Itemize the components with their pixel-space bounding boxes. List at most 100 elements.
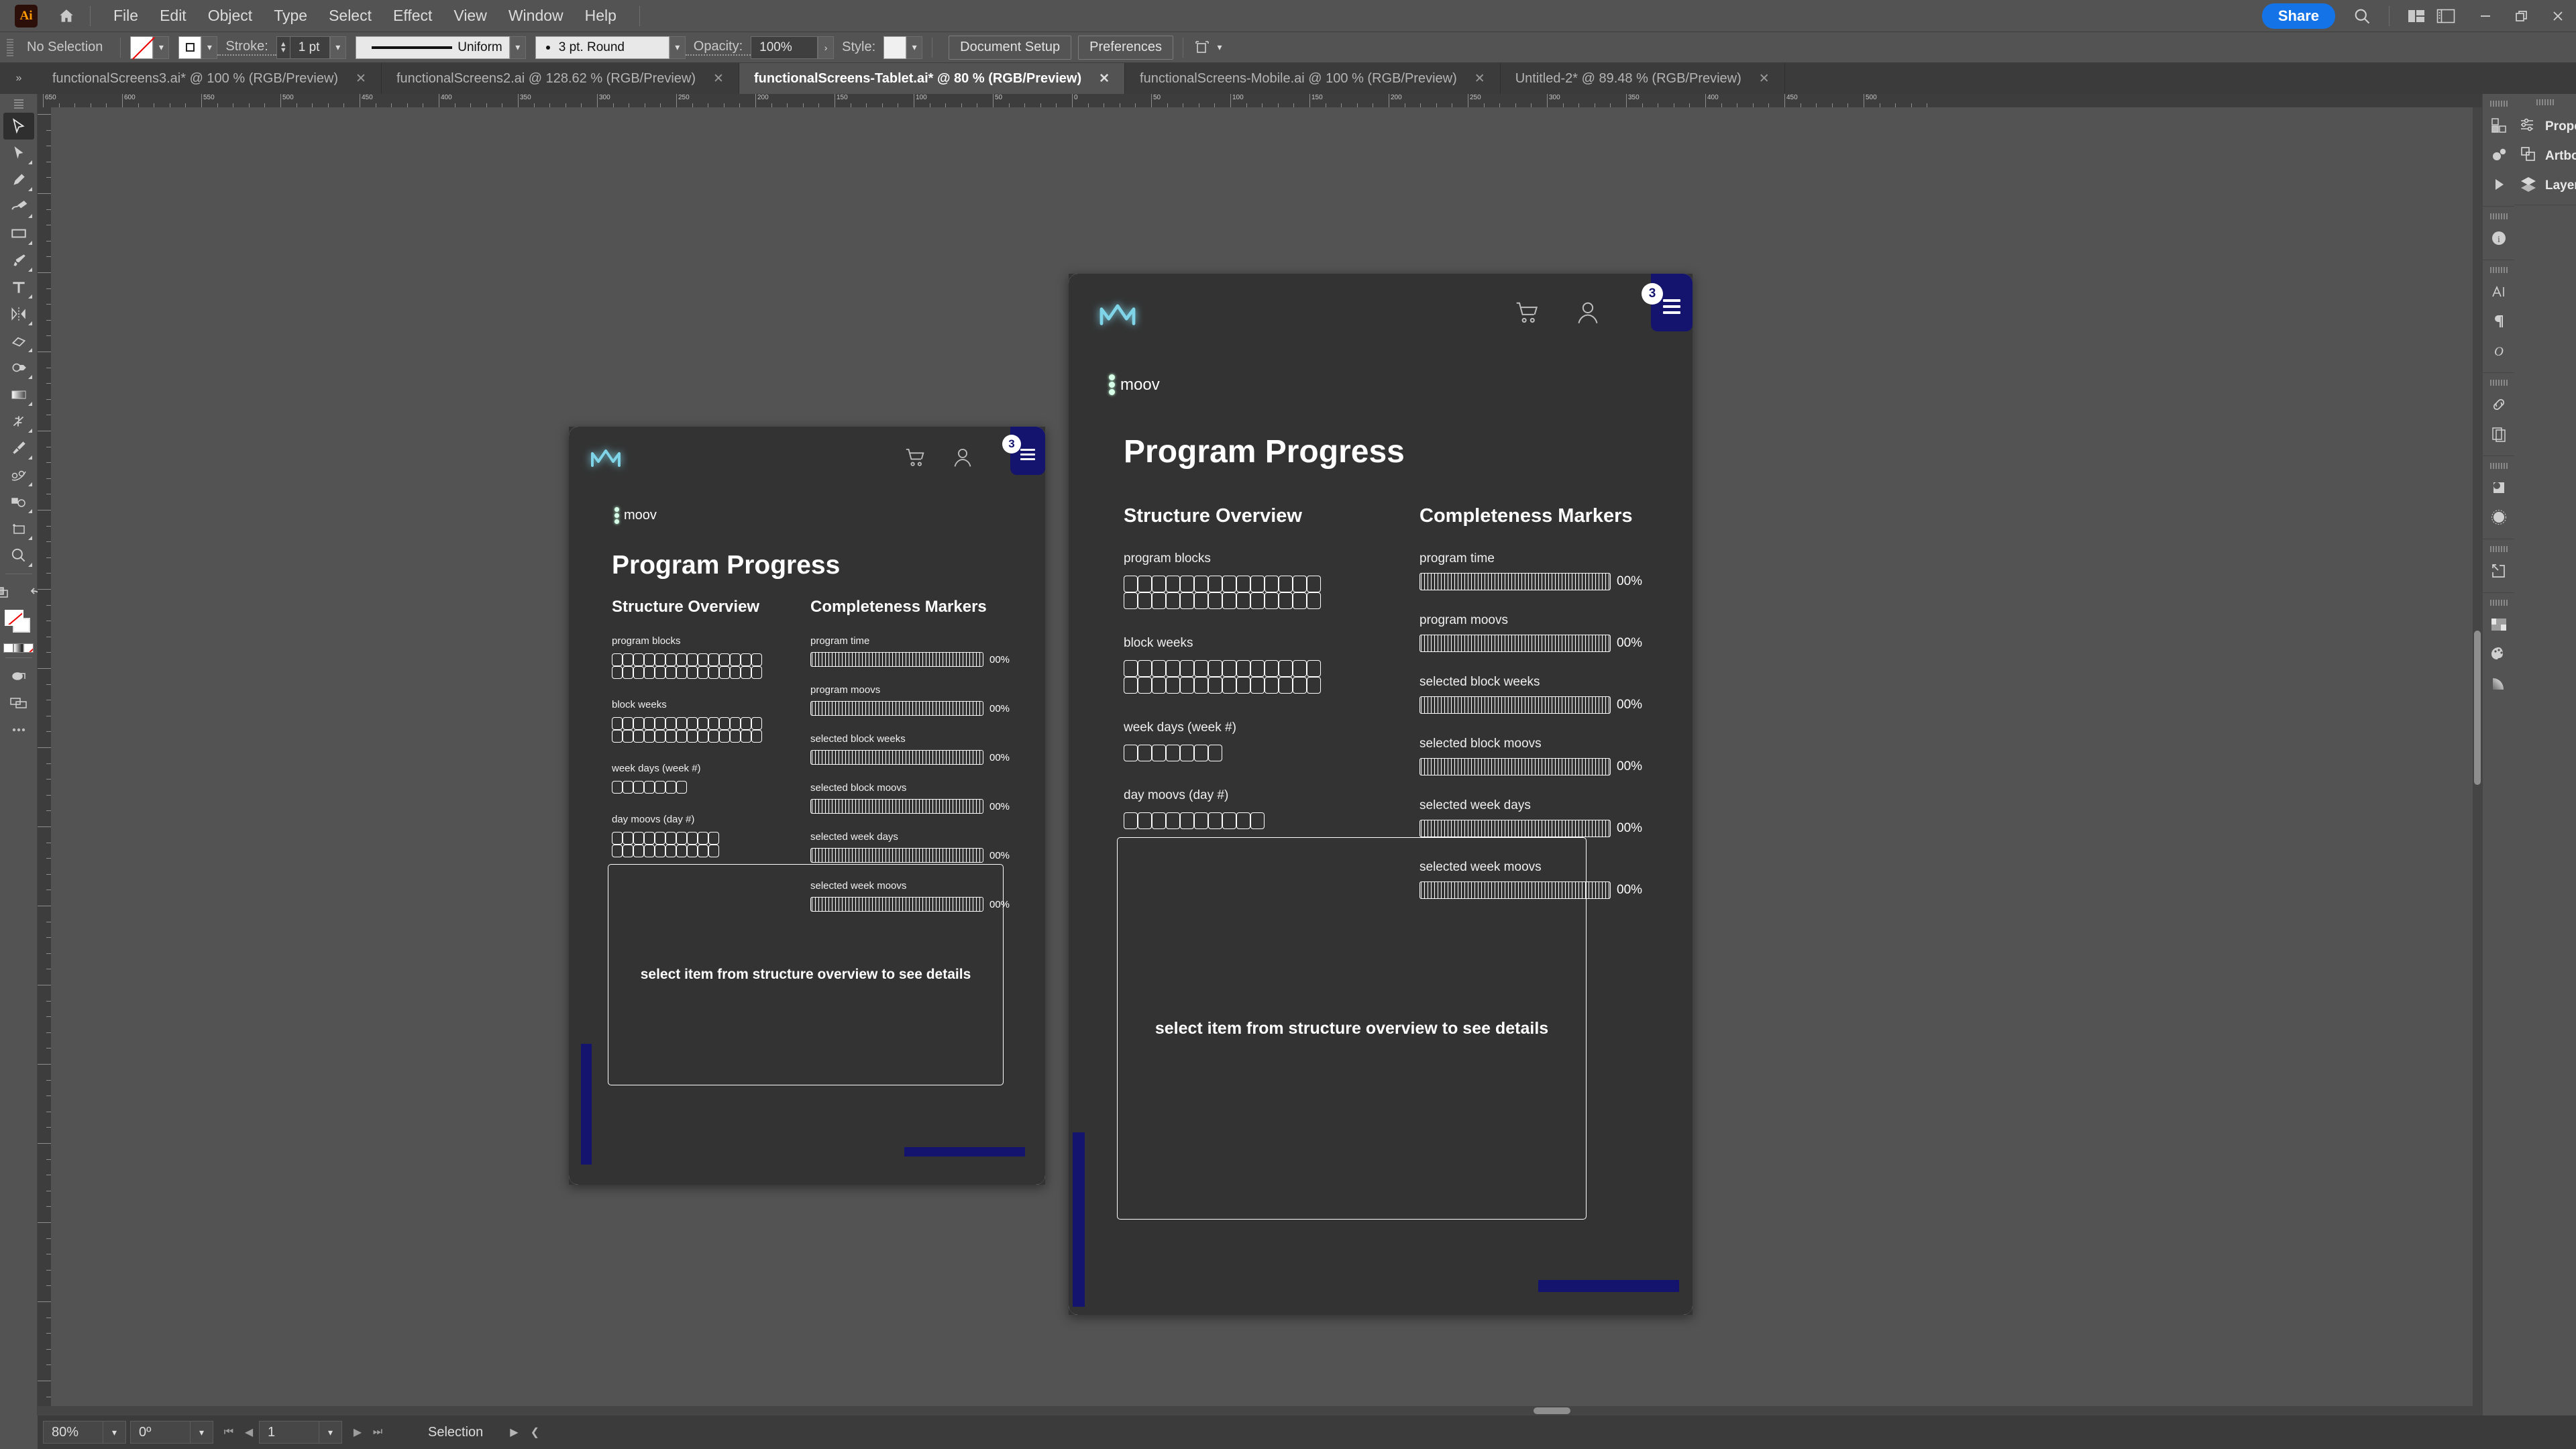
stroke-profile-field[interactable]: Uniform <box>355 36 510 59</box>
structure-cell[interactable] <box>644 730 655 743</box>
structure-cell[interactable] <box>1166 592 1180 609</box>
structure-cell[interactable] <box>633 845 644 857</box>
structure-cell[interactable] <box>1124 576 1138 592</box>
structure-cell[interactable] <box>708 653 719 666</box>
structure-cell[interactable] <box>623 845 633 857</box>
structure-cell[interactable] <box>655 717 665 730</box>
hamburger-menu-button[interactable]: 3 <box>1642 274 1693 331</box>
structure-cell[interactable] <box>687 717 698 730</box>
structure-cell[interactable] <box>1236 576 1250 592</box>
progress-bar[interactable] <box>810 848 983 863</box>
structure-cell[interactable] <box>655 781 665 794</box>
drawing-modes-icon[interactable] <box>3 663 34 690</box>
structure-cell[interactable] <box>676 845 687 857</box>
structure-cell[interactable] <box>730 730 741 743</box>
structure-cell[interactable] <box>1265 677 1279 694</box>
transparency-icon[interactable] <box>2484 502 2514 532</box>
structure-cell[interactable] <box>1138 745 1152 761</box>
structure-cell[interactable] <box>1265 576 1279 592</box>
first-artboard-icon[interactable]: ⏮ <box>219 1421 239 1444</box>
progress-bar[interactable] <box>1419 573 1611 590</box>
menu-item-effect[interactable]: Effect <box>382 4 443 28</box>
tool-artboard[interactable] <box>3 515 34 542</box>
structure-cell[interactable] <box>1265 660 1279 677</box>
structure-cell[interactable] <box>1166 576 1180 592</box>
structure-cell[interactable] <box>665 653 676 666</box>
opacity-control[interactable]: 100% › <box>751 36 835 59</box>
export-icon[interactable] <box>2484 556 2514 586</box>
color-mode-row[interactable] <box>3 643 34 653</box>
structure-cell[interactable] <box>1250 576 1265 592</box>
menu-item-object[interactable]: Object <box>197 4 263 28</box>
structure-cell[interactable] <box>1222 677 1236 694</box>
structure-cell[interactable] <box>698 730 708 743</box>
structure-cell[interactable] <box>1279 576 1293 592</box>
vertical-ruler[interactable] <box>38 107 51 1415</box>
menu-item-help[interactable]: Help <box>574 4 627 28</box>
structure-cell[interactable] <box>730 666 741 679</box>
structure-cell[interactable] <box>719 730 730 743</box>
vertical-scroll-thumb[interactable] <box>2474 631 2481 785</box>
mobile-artboard[interactable]: 3 moov Program Progress Structure Overvi… <box>569 427 1045 1185</box>
document-tab-2[interactable]: functionalScreens-Tablet.ai* @ 80 % (RGB… <box>739 63 1126 94</box>
structure-cell[interactable] <box>1166 745 1180 761</box>
structure-cell[interactable] <box>1222 576 1236 592</box>
structure-cell[interactable] <box>623 653 633 666</box>
tool-zoom[interactable] <box>3 542 34 569</box>
structure-cell[interactable] <box>633 717 644 730</box>
structure-cell[interactable] <box>698 832 708 845</box>
structure-cell[interactable] <box>623 730 633 743</box>
structure-cell[interactable] <box>633 832 644 845</box>
structure-cell[interactable] <box>633 666 644 679</box>
structure-cell[interactable] <box>1293 576 1307 592</box>
structure-cell[interactable] <box>1138 592 1152 609</box>
structure-cell[interactable] <box>1222 592 1236 609</box>
structure-cell[interactable] <box>708 717 719 730</box>
status-resize-icon[interactable]: ❮ <box>531 1426 539 1439</box>
structure-cell[interactable] <box>676 666 687 679</box>
rotation-value[interactable]: 0º <box>130 1421 191 1444</box>
close-button[interactable] <box>2540 0 2576 32</box>
tool-selection[interactable] <box>3 113 34 140</box>
canvas-horizontal-scrollbar[interactable] <box>38 1406 2473 1415</box>
screen-mode-icon[interactable] <box>0 579 17 606</box>
structure-cell[interactable] <box>1166 677 1180 694</box>
close-tab-icon[interactable]: ✕ <box>1099 71 1110 87</box>
structure-cell[interactable] <box>644 717 655 730</box>
structure-cell[interactable] <box>665 717 676 730</box>
previous-artboard-icon[interactable]: ◀ <box>239 1421 259 1444</box>
structure-cell[interactable] <box>676 653 687 666</box>
brush-definition-control[interactable]: 3 pt. Round ▾ <box>535 36 686 59</box>
arrange-documents-icon[interactable] <box>2402 1 2431 31</box>
progress-bar[interactable] <box>1419 820 1611 837</box>
character-icon[interactable] <box>2484 277 2514 307</box>
structure-cell[interactable] <box>623 666 633 679</box>
graphic-style-chevron-down-icon[interactable]: ▾ <box>906 36 923 59</box>
tool-eyedropper[interactable] <box>3 435 34 462</box>
structure-cell[interactable] <box>1265 592 1279 609</box>
stroke-profile-chevron-down-icon[interactable]: ▾ <box>509 36 526 59</box>
moov-logo-icon[interactable] <box>1097 298 1138 334</box>
structure-cell[interactable] <box>1236 592 1250 609</box>
structure-cell[interactable] <box>1194 660 1208 677</box>
shopping-cart-icon[interactable] <box>903 446 926 473</box>
swatches-icon[interactable] <box>2484 610 2514 639</box>
panel-grip[interactable] <box>2536 99 2554 105</box>
structure-cell[interactable] <box>1293 592 1307 609</box>
structure-cell[interactable] <box>1250 812 1265 829</box>
fill-control[interactable]: ▾ <box>130 36 170 59</box>
rail-grip-7[interactable] <box>2489 600 2508 606</box>
structure-cell[interactable] <box>1250 592 1265 609</box>
tool-pen[interactable] <box>3 166 34 193</box>
structure-cell[interactable] <box>1208 745 1222 761</box>
structure-cell[interactable] <box>1279 677 1293 694</box>
links-icon[interactable] <box>2484 390 2514 419</box>
structure-cell[interactable] <box>1222 812 1236 829</box>
structure-cell[interactable] <box>1208 576 1222 592</box>
structure-cell[interactable] <box>612 653 623 666</box>
structure-cell[interactable] <box>1166 660 1180 677</box>
structure-cell[interactable] <box>1279 592 1293 609</box>
close-tab-icon[interactable]: ✕ <box>356 71 366 87</box>
last-artboard-icon[interactable]: ⏭ <box>368 1421 388 1444</box>
structure-cell[interactable] <box>1194 745 1208 761</box>
